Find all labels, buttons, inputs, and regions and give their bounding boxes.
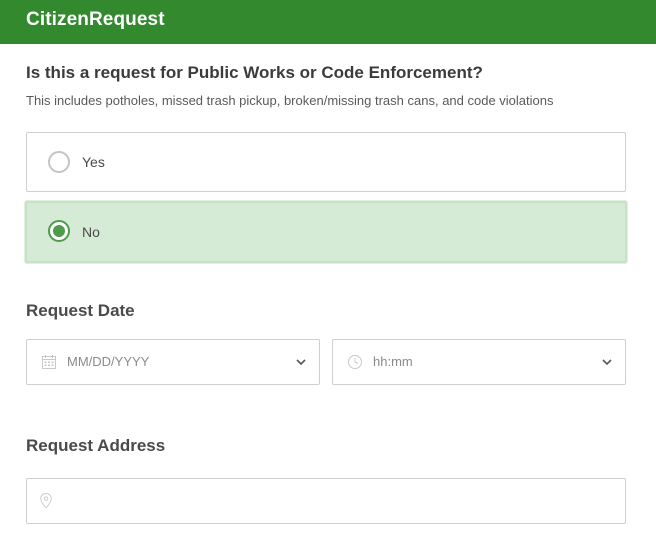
request-date-label: Request Date (26, 301, 135, 320)
radio-unchecked-icon[interactable] (48, 151, 70, 173)
date-picker-field[interactable]: MM/DD/YYYY (26, 339, 320, 385)
chevron-down-icon[interactable] (295, 356, 307, 368)
app-header: CitizenRequest (0, 0, 656, 44)
time-placeholder: hh:mm (373, 354, 413, 369)
time-picker-field[interactable]: hh:mm (332, 339, 626, 385)
radio-option-yes[interactable]: Yes (26, 132, 626, 192)
chevron-down-icon[interactable] (601, 356, 613, 368)
question-description: This includes potholes, missed trash pic… (26, 93, 554, 108)
calendar-icon (42, 355, 56, 369)
app-title: CitizenRequest (26, 9, 165, 30)
clock-icon (348, 355, 362, 369)
map-pin-icon (40, 493, 52, 509)
radio-checked-icon[interactable] (48, 220, 70, 242)
date-placeholder: MM/DD/YYYY (67, 354, 150, 369)
request-address-label: Request Address (26, 436, 166, 455)
question-title: Is this a request for Public Works or Co… (26, 63, 483, 82)
address-input[interactable] (26, 478, 626, 524)
radio-option-no[interactable]: No (25, 201, 627, 263)
radio-option-label: No (82, 224, 100, 240)
radio-option-label: Yes (82, 154, 105, 170)
